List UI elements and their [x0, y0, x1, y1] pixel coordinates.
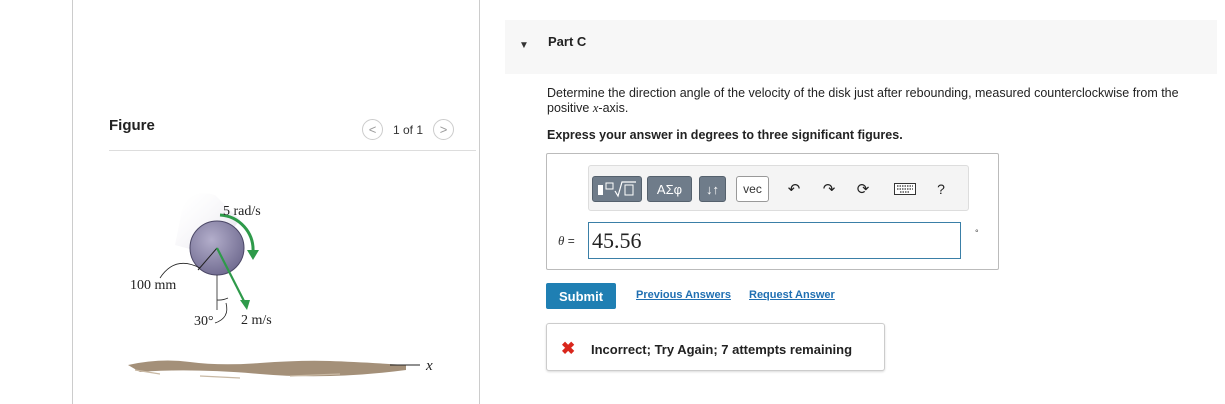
next-figure-button[interactable]: >: [433, 119, 455, 140]
figure-pager: < 1 of 1 >: [362, 119, 455, 140]
arrows-button[interactable]: ↓↑: [699, 176, 726, 202]
undo-icon: ↶: [787, 181, 801, 198]
greek-symbols-button[interactable]: ΑΣφ: [647, 176, 692, 202]
collapse-caret-icon[interactable]: ▼: [519, 40, 529, 51]
redo-icon: ↷: [822, 181, 836, 198]
vector-label: vec: [743, 182, 762, 196]
question-text: Determine the direction angle of the vel…: [547, 86, 1215, 116]
radius-leader: [159, 262, 201, 279]
chevron-right-icon: >: [439, 122, 448, 137]
left-divider: [72, 0, 73, 404]
templates-icon: [598, 181, 636, 198]
reset-icon: ⟳: [856, 181, 870, 198]
chevron-left-icon: <: [368, 122, 377, 137]
greek-symbols-label: ΑΣφ: [656, 181, 683, 197]
submit-button[interactable]: Submit: [546, 283, 616, 309]
incorrect-x-icon: ✖: [561, 339, 576, 358]
pager-text: 1 of 1: [393, 122, 424, 137]
previous-answers-link[interactable]: Previous Answers: [636, 289, 731, 301]
help-button[interactable]: ?: [932, 176, 950, 202]
degree-unit: °: [975, 228, 979, 238]
angle-label: 30°: [194, 314, 214, 329]
vector-button[interactable]: vec: [736, 176, 769, 202]
figure-divider: [109, 150, 476, 151]
angular-velocity-arrowhead: [247, 250, 259, 260]
undo-button[interactable]: ↶: [783, 176, 805, 202]
help-icon: ?: [937, 181, 945, 197]
x-axis-label: x: [425, 358, 433, 374]
math-toolbar: ΑΣφ ↓↑ vec ↶ ↷ ⟳ ?: [588, 165, 969, 211]
angular-velocity-label: 5 rad/s: [223, 204, 261, 219]
answer-variable-label: θ =: [558, 233, 575, 249]
angle-arc: [216, 297, 229, 301]
part-header[interactable]: [505, 20, 1217, 74]
arrows-label: ↓↑: [706, 181, 719, 197]
disk-diagram: 5 rad/s 100 mm 30° 2 m/s x: [128, 193, 433, 379]
radius-label: 100 mm: [130, 278, 176, 293]
equals-sign: =: [564, 234, 575, 248]
part-title: Part C: [548, 34, 587, 49]
keyboard-icon: [894, 183, 916, 195]
request-answer-link[interactable]: Request Answer: [749, 289, 835, 301]
question-suffix: -axis.: [598, 101, 629, 115]
feedback-box: ✖ Incorrect; Try Again; 7 attempts remai…: [546, 323, 885, 371]
redo-button[interactable]: ↷: [818, 176, 840, 202]
feedback-message: Incorrect; Try Again; 7 attempts remaini…: [591, 342, 853, 357]
reset-button[interactable]: ⟳: [852, 176, 874, 202]
question-prefix: Determine the direction angle of the vel…: [547, 86, 1179, 115]
speed-label: 2 m/s: [241, 313, 272, 328]
keyboard-button[interactable]: [892, 176, 918, 202]
instruction-text: Express your answer in degrees to three …: [547, 128, 903, 142]
templates-button[interactable]: [592, 176, 642, 202]
prev-figure-button[interactable]: <: [362, 119, 383, 140]
panel-divider: [479, 0, 480, 404]
ground: [128, 360, 406, 377]
velocity-arrowhead: [240, 300, 250, 310]
answer-input[interactable]: [588, 222, 961, 259]
figure-title: Figure: [109, 117, 155, 134]
